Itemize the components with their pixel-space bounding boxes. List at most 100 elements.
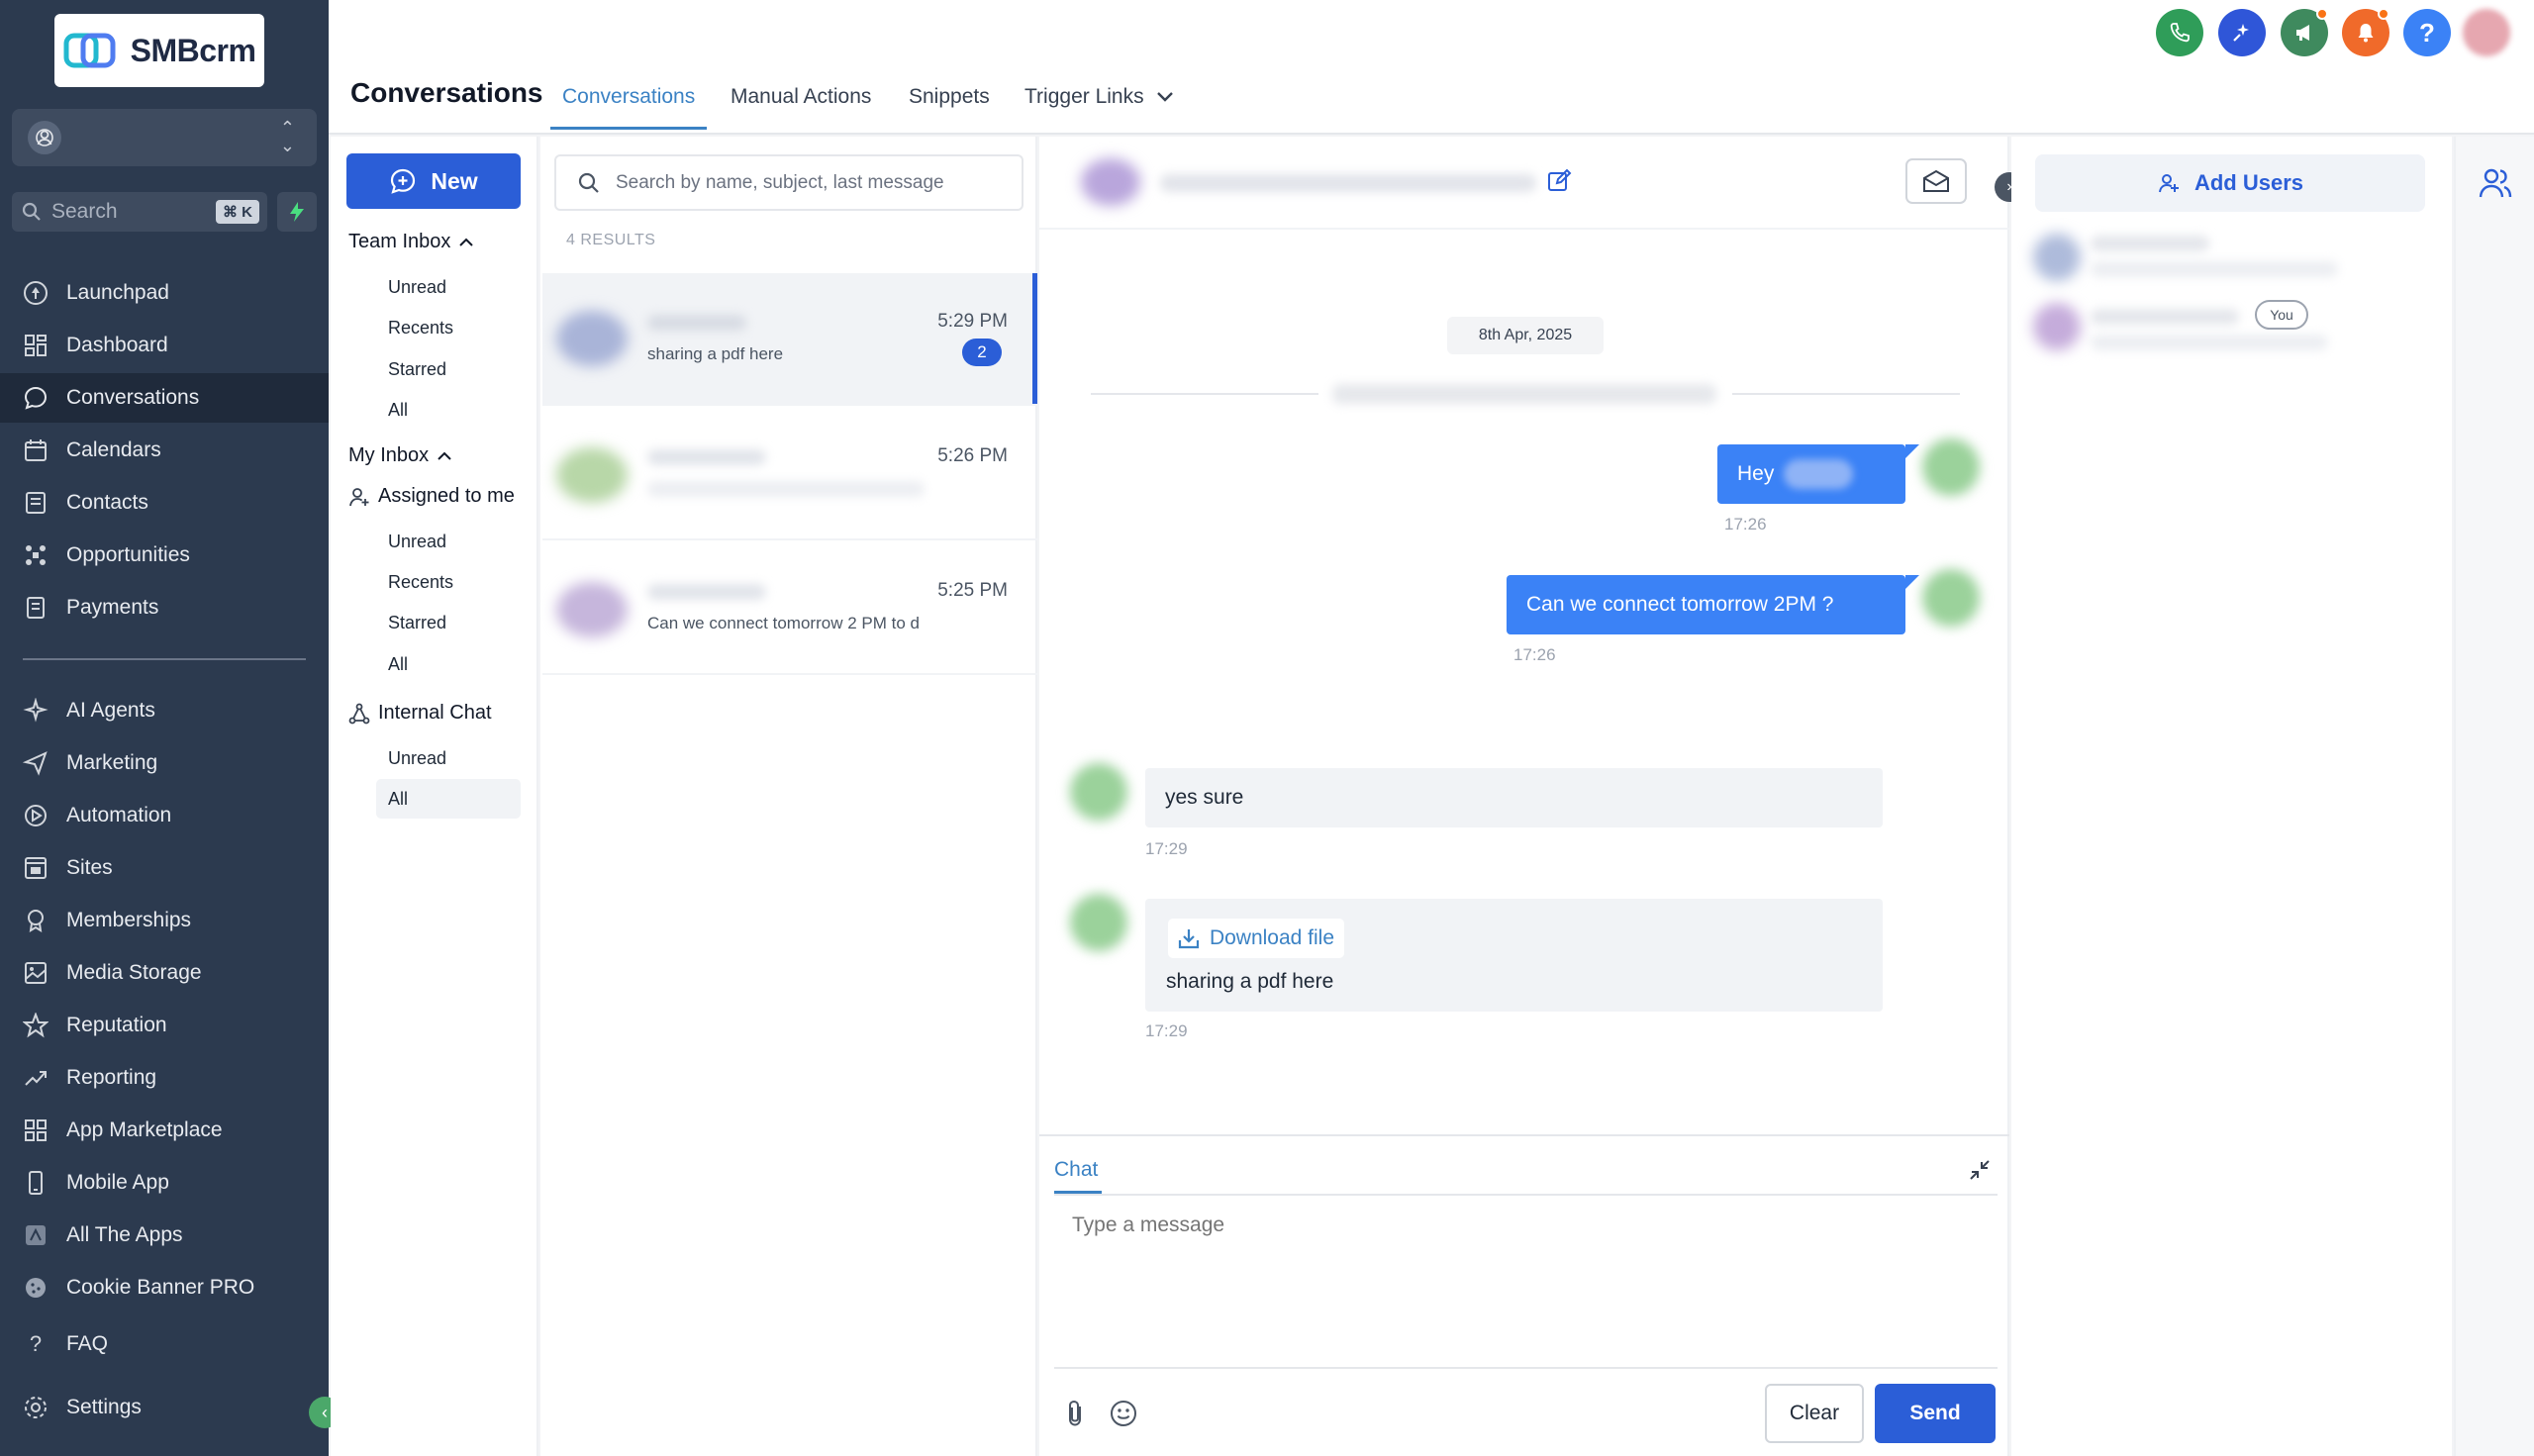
download-file-button[interactable]: Download file [1168,919,1344,958]
internal-chat-toggle[interactable]: Internal Chat [348,702,492,725]
memberships-icon [28,910,44,932]
magic-wand-icon [2233,24,2249,42]
outgoing-message: Can we connect tomorrow 2PM ? [1507,575,1905,634]
participant-email-redacted [2091,261,2338,277]
help-button[interactable]: ? [2403,9,2451,56]
new-conversation-button[interactable]: New [346,153,521,209]
my-inbox-recents[interactable]: Recents [388,572,453,593]
sidebar-item-conversations[interactable]: Conversations [0,373,329,423]
conversation-row[interactable]: 5:25 PM Can we connect tomorrow 2 PM to … [542,542,1037,675]
sidebar-item-settings[interactable]: Settings [0,1383,329,1432]
sidebar-item-launchpad[interactable]: Launchpad [0,268,329,318]
sidebar-item-media-storage[interactable]: Media Storage [0,948,329,998]
email-button[interactable] [1905,158,1967,204]
sidebar-item-label: All The Apps [66,1223,183,1246]
conversation-search[interactable]: Search by name, subject, last message [554,154,1023,211]
sidebar-item-label: Reporting [66,1066,157,1089]
conversation-search-placeholder: Search by name, subject, last message [616,171,944,193]
message-time: 17:29 [1145,1021,1188,1040]
bell-icon [2358,24,2374,43]
sidebar-item-marketing[interactable]: Marketing [0,738,329,788]
sidebar-item-payments[interactable]: Payments [0,583,329,632]
sidebar-item-faq[interactable]: ? FAQ [0,1319,329,1369]
user-avatar[interactable] [2463,9,2510,56]
account-switcher[interactable]: ⌃ ⌄ [12,109,317,166]
sidebar-item-label: AI Agents [66,699,155,722]
message-time: 17:26 [1513,645,1556,664]
ai-assist-button[interactable] [2218,9,2266,56]
participants-toggle[interactable] [2478,166,2513,205]
chevron-down-icon [1156,92,1173,102]
sidebar-item-sites[interactable]: Sites [0,843,329,893]
sidebar-item-label: Cookie Banner PRO [66,1276,255,1299]
conversation-snippet: sharing a pdf here [647,344,784,363]
participant-avatar [2033,303,2081,350]
team-inbox-unread[interactable]: Unread [388,277,446,298]
notifications-button[interactable] [2342,8,2389,56]
add-users-button[interactable]: Add Users [2035,154,2425,212]
user-plus-icon [2158,174,2179,193]
sidebar-search[interactable]: Search ⌘ K [12,192,267,232]
internal-chat-all[interactable]: All [376,779,521,819]
contact-avatar [1070,894,1127,951]
message-input[interactable] [1054,1196,1998,1364]
sidebar-item-label: Memberships [66,909,192,931]
sidebar-item-app-marketplace[interactable]: App Marketplace [0,1106,329,1155]
quick-action-button[interactable] [277,192,317,232]
conversation-row[interactable]: 5:29 PM sharing a pdf here 2 [542,273,1037,406]
message-time: 17:29 [1145,839,1188,858]
mail-icon [1923,169,1949,192]
my-inbox-starred[interactable]: Starred [388,613,446,633]
my-inbox-all[interactable]: All [388,654,408,675]
phone-button[interactable] [2156,9,2203,56]
participant-avatar [2033,234,2081,281]
app-marketplace-icon [25,1119,47,1141]
my-inbox-toggle[interactable]: My Inbox [348,444,452,467]
brand-logo[interactable]: SMBcrm [54,14,264,87]
team-inbox-toggle[interactable]: Team Inbox [348,231,474,253]
sidebar-item-ai-agents[interactable]: AI Agents [0,686,329,735]
sidebar-item-reputation[interactable]: Reputation [0,1001,329,1050]
collapse-composer-button[interactable] [1968,1158,1992,1187]
team-inbox-all[interactable]: All [388,400,408,421]
sidebar-item-dashboard[interactable]: Dashboard [0,321,329,370]
edit-contact-button[interactable] [1546,168,1572,199]
dashboard-icon [25,335,47,356]
composer-tab-chat[interactable]: Chat [1054,1158,1098,1182]
contact-name-redacted [647,584,766,600]
sidebar-item-contacts[interactable]: Contacts [0,478,329,528]
internal-chat-unread[interactable]: Unread [388,748,446,769]
tab-trigger-links-label: Trigger Links [1024,85,1144,108]
conversation-row[interactable]: 5:26 PM [542,408,1037,540]
sidebar-item-label: FAQ [66,1332,109,1355]
sidebar-item-automation[interactable]: Automation [0,791,329,840]
send-button[interactable]: Send [1875,1384,1996,1443]
sidebar-item-opportunities[interactable]: Opportunities [0,531,329,580]
team-inbox-recents[interactable]: Recents [388,318,453,339]
chevron-updown-icon: ⌃ ⌄ [279,118,295,155]
sidebar-item-mobile-app[interactable]: Mobile App [0,1158,329,1208]
assigned-to-me[interactable]: Assigned to me [348,485,515,508]
conversation-snippet-redacted [647,481,925,497]
tab-snippets[interactable]: Snippets [909,85,990,109]
contact-avatar [556,447,628,503]
emoji-button[interactable] [1110,1400,1137,1432]
attach-button[interactable] [1063,1399,1089,1433]
my-inbox-unread[interactable]: Unread [388,532,446,552]
sidebar-item-reporting[interactable]: Reporting [0,1053,329,1103]
clear-button[interactable]: Clear [1765,1384,1864,1443]
notification-dot [2378,8,2389,20]
announcements-button[interactable] [2281,8,2328,56]
sidebar-item-calendars[interactable]: Calendars [0,426,329,475]
phone-icon [2170,23,2190,43]
sidebar-item-all-the-apps[interactable]: All The Apps [0,1211,329,1260]
tab-trigger-links[interactable]: Trigger Links [1024,85,1174,109]
tab-conversations[interactable]: Conversations [562,85,695,109]
sidebar-item-memberships[interactable]: Memberships [0,896,329,945]
top-bar [329,0,2534,135]
tab-manual-actions[interactable]: Manual Actions [731,85,871,109]
sidebar-item-cookie-banner-pro[interactable]: Cookie Banner PRO [0,1263,329,1312]
team-inbox-starred[interactable]: Starred [388,359,446,380]
question-icon: ? [2419,17,2435,48]
mobile-app-icon [29,1171,43,1195]
